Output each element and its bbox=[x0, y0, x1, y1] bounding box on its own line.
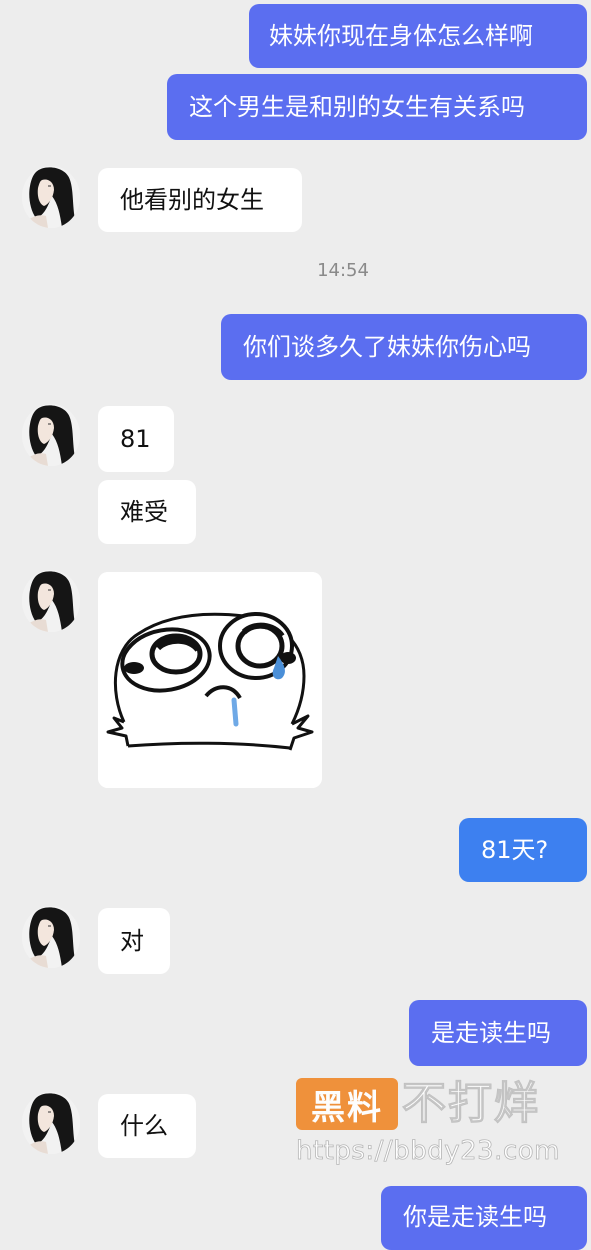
avatar-icon bbox=[22, 1092, 80, 1154]
watermark-badge: 黑料 bbox=[296, 1078, 398, 1130]
watermark-text: 不打烊 bbox=[402, 1078, 540, 1130]
contact-avatar[interactable] bbox=[22, 906, 80, 968]
avatar-icon bbox=[22, 166, 80, 228]
outgoing-message[interactable]: 这个男生是和别的女生有关系吗 bbox=[167, 74, 587, 140]
avatar-icon bbox=[22, 570, 80, 632]
avatar-icon bbox=[22, 404, 80, 466]
contact-avatar[interactable] bbox=[22, 404, 80, 466]
incoming-message[interactable]: 81 bbox=[98, 406, 174, 472]
outgoing-message[interactable]: 妹妹你现在身体怎么样啊 bbox=[249, 4, 587, 68]
sticker-message[interactable] bbox=[98, 572, 322, 788]
crying-face-sticker-icon bbox=[98, 572, 322, 788]
contact-avatar[interactable] bbox=[22, 166, 80, 228]
outgoing-message[interactable]: 是走读生吗 bbox=[409, 1000, 587, 1066]
avatar-icon bbox=[22, 906, 80, 968]
watermark: 黑料 不打烊 https://bbdy23.com bbox=[296, 1078, 586, 1174]
contact-avatar[interactable] bbox=[22, 1092, 80, 1154]
outgoing-message[interactable]: 81天? bbox=[459, 818, 587, 882]
message-timestamp: 14:54 bbox=[317, 260, 369, 281]
incoming-message[interactable]: 难受 bbox=[98, 480, 196, 544]
outgoing-message[interactable]: 你们谈多久了妹妹你伤心吗 bbox=[221, 314, 587, 380]
contact-avatar[interactable] bbox=[22, 570, 80, 632]
incoming-message[interactable]: 他看别的女生 bbox=[98, 168, 302, 232]
incoming-message[interactable]: 什么 bbox=[98, 1094, 196, 1158]
chat-area[interactable]: 妹妹你现在身体怎么样啊 这个男生是和别的女生有关系吗 他看别的女生 14:54 … bbox=[0, 0, 591, 1250]
watermark-url: https://bbdy23.com bbox=[296, 1136, 560, 1167]
incoming-message[interactable]: 对 bbox=[98, 908, 170, 974]
outgoing-message[interactable]: 你是走读生吗 bbox=[381, 1186, 587, 1250]
